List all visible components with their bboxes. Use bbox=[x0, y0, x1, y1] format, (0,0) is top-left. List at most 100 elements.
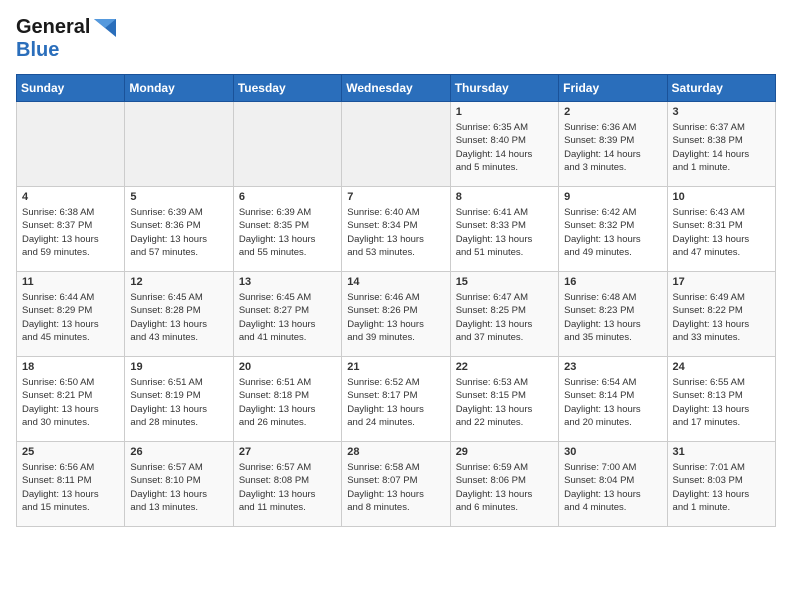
day-number: 5 bbox=[130, 191, 227, 203]
day-info: Sunrise: 6:53 AM Sunset: 8:15 PM Dayligh… bbox=[456, 376, 553, 429]
calendar-cell: 9 Sunrise: 6:42 AM Sunset: 8:32 PM Daylig… bbox=[559, 187, 667, 272]
day-number: 31 bbox=[673, 446, 770, 458]
logo-general: General bbox=[16, 16, 90, 39]
day-info: Sunrise: 6:51 AM Sunset: 8:19 PM Dayligh… bbox=[130, 376, 227, 429]
calendar-cell: 16Sunrise: 6:48 AM Sunset: 8:23 PM Dayli… bbox=[559, 272, 667, 357]
calendar-table: Sunday Monday Tuesday Wednesday Thursday… bbox=[16, 74, 776, 527]
day-number: 4 bbox=[22, 191, 119, 203]
logo-blue-text: Blue bbox=[16, 39, 59, 61]
day-number: 25 bbox=[22, 446, 119, 458]
page-header: General Blue bbox=[16, 16, 776, 62]
col-monday: Monday bbox=[125, 75, 233, 102]
col-thursday: Thursday bbox=[450, 75, 558, 102]
day-number: 27 bbox=[239, 446, 336, 458]
logo-icon bbox=[94, 19, 116, 37]
calendar-cell: 6 Sunrise: 6:39 AM Sunset: 8:35 PM Daylig… bbox=[233, 187, 341, 272]
day-number: 9 bbox=[564, 191, 661, 203]
calendar-cell: 8Sunrise: 6:41 AM Sunset: 8:33 PM Daylig… bbox=[450, 187, 558, 272]
calendar-cell: 22 Sunrise: 6:53 AM Sunset: 8:15 PM Dayli… bbox=[450, 357, 558, 442]
calendar-header: Sunday Monday Tuesday Wednesday Thursday… bbox=[17, 75, 776, 102]
calendar-cell: 27 Sunrise: 6:57 AM Sunset: 8:08 PM Dayli… bbox=[233, 442, 341, 527]
day-number: 3 bbox=[673, 106, 770, 118]
day-info: Sunrise: 6:52 AM Sunset: 8:17 PM Dayligh… bbox=[347, 376, 444, 429]
col-saturday: Saturday bbox=[667, 75, 775, 102]
day-number: 22 bbox=[456, 361, 553, 373]
calendar-week-row: 4 Sunrise: 6:38 AM Sunset: 8:37 PM Daylig… bbox=[17, 187, 776, 272]
calendar-cell: 5 Sunrise: 6:39 AM Sunset: 8:36 PM Daylig… bbox=[125, 187, 233, 272]
col-wednesday: Wednesday bbox=[342, 75, 450, 102]
calendar-cell: 31 Sunrise: 7:01 AM Sunset: 8:03 PM Dayli… bbox=[667, 442, 775, 527]
day-number: 28 bbox=[347, 446, 444, 458]
day-number: 8 bbox=[456, 191, 553, 203]
calendar-cell: 1 Sunrise: 6:35 AM Sunset: 8:40 PM Daylig… bbox=[450, 102, 558, 187]
day-number: 7 bbox=[347, 191, 444, 203]
day-info: Sunrise: 6:39 AM Sunset: 8:35 PM Dayligh… bbox=[239, 206, 336, 259]
day-info: Sunrise: 6:57 AM Sunset: 8:08 PM Dayligh… bbox=[239, 461, 336, 514]
day-info: Sunrise: 6:54 AM Sunset: 8:14 PM Dayligh… bbox=[564, 376, 661, 429]
calendar-cell: 10 Sunrise: 6:43 AM Sunset: 8:31 PM Dayli… bbox=[667, 187, 775, 272]
day-info: Sunrise: 6:55 AM Sunset: 8:13 PM Dayligh… bbox=[673, 376, 770, 429]
day-info: Sunrise: 6:37 AM Sunset: 8:38 PM Dayligh… bbox=[673, 121, 770, 174]
day-number: 19 bbox=[130, 361, 227, 373]
day-number: 1 bbox=[456, 106, 553, 118]
calendar-cell: 2Sunrise: 6:36 AM Sunset: 8:39 PM Daylig… bbox=[559, 102, 667, 187]
day-info: Sunrise: 6:59 AM Sunset: 8:06 PM Dayligh… bbox=[456, 461, 553, 514]
calendar-cell bbox=[125, 102, 233, 187]
day-number: 13 bbox=[239, 276, 336, 288]
day-info: Sunrise: 7:01 AM Sunset: 8:03 PM Dayligh… bbox=[673, 461, 770, 514]
day-number: 23 bbox=[564, 361, 661, 373]
day-number: 6 bbox=[239, 191, 336, 203]
day-number: 17 bbox=[673, 276, 770, 288]
calendar-cell: 11Sunrise: 6:44 AM Sunset: 8:29 PM Dayli… bbox=[17, 272, 125, 357]
day-info: Sunrise: 7:00 AM Sunset: 8:04 PM Dayligh… bbox=[564, 461, 661, 514]
day-info: Sunrise: 6:45 AM Sunset: 8:27 PM Dayligh… bbox=[239, 291, 336, 344]
day-number: 18 bbox=[22, 361, 119, 373]
calendar-cell: 14 Sunrise: 6:46 AM Sunset: 8:26 PM Dayli… bbox=[342, 272, 450, 357]
day-number: 10 bbox=[673, 191, 770, 203]
day-info: Sunrise: 6:47 AM Sunset: 8:25 PM Dayligh… bbox=[456, 291, 553, 344]
col-sunday: Sunday bbox=[17, 75, 125, 102]
day-info: Sunrise: 6:49 AM Sunset: 8:22 PM Dayligh… bbox=[673, 291, 770, 344]
calendar-cell: 21 Sunrise: 6:52 AM Sunset: 8:17 PM Dayli… bbox=[342, 357, 450, 442]
calendar-cell: 25 Sunrise: 6:56 AM Sunset: 8:11 PM Dayli… bbox=[17, 442, 125, 527]
calendar-cell: 29Sunrise: 6:59 AM Sunset: 8:06 PM Dayli… bbox=[450, 442, 558, 527]
calendar-cell: 18 Sunrise: 6:50 AM Sunset: 8:21 PM Dayli… bbox=[17, 357, 125, 442]
day-number: 14 bbox=[347, 276, 444, 288]
day-info: Sunrise: 6:35 AM Sunset: 8:40 PM Dayligh… bbox=[456, 121, 553, 174]
day-info: Sunrise: 6:56 AM Sunset: 8:11 PM Dayligh… bbox=[22, 461, 119, 514]
day-number: 20 bbox=[239, 361, 336, 373]
day-number: 30 bbox=[564, 446, 661, 458]
day-info: Sunrise: 6:58 AM Sunset: 8:07 PM Dayligh… bbox=[347, 461, 444, 514]
header-row: Sunday Monday Tuesday Wednesday Thursday… bbox=[17, 75, 776, 102]
day-info: Sunrise: 6:50 AM Sunset: 8:21 PM Dayligh… bbox=[22, 376, 119, 429]
day-info: Sunrise: 6:38 AM Sunset: 8:37 PM Dayligh… bbox=[22, 206, 119, 259]
day-number: 21 bbox=[347, 361, 444, 373]
day-info: Sunrise: 6:46 AM Sunset: 8:26 PM Dayligh… bbox=[347, 291, 444, 344]
calendar-cell: 13 Sunrise: 6:45 AM Sunset: 8:27 PM Dayli… bbox=[233, 272, 341, 357]
calendar-week-row: 25 Sunrise: 6:56 AM Sunset: 8:11 PM Dayli… bbox=[17, 442, 776, 527]
day-info: Sunrise: 6:36 AM Sunset: 8:39 PM Dayligh… bbox=[564, 121, 661, 174]
day-info: Sunrise: 6:40 AM Sunset: 8:34 PM Dayligh… bbox=[347, 206, 444, 259]
col-friday: Friday bbox=[559, 75, 667, 102]
day-number: 24 bbox=[673, 361, 770, 373]
day-number: 15 bbox=[456, 276, 553, 288]
day-number: 11 bbox=[22, 276, 119, 288]
calendar-cell: 19 Sunrise: 6:51 AM Sunset: 8:19 PM Dayli… bbox=[125, 357, 233, 442]
calendar-week-row: 18 Sunrise: 6:50 AM Sunset: 8:21 PM Dayli… bbox=[17, 357, 776, 442]
calendar-cell: 23 Sunrise: 6:54 AM Sunset: 8:14 PM Dayli… bbox=[559, 357, 667, 442]
day-number: 12 bbox=[130, 276, 227, 288]
calendar-cell bbox=[342, 102, 450, 187]
day-info: Sunrise: 6:39 AM Sunset: 8:36 PM Dayligh… bbox=[130, 206, 227, 259]
calendar-week-row: 11Sunrise: 6:44 AM Sunset: 8:29 PM Dayli… bbox=[17, 272, 776, 357]
day-info: Sunrise: 6:57 AM Sunset: 8:10 PM Dayligh… bbox=[130, 461, 227, 514]
calendar-cell: 24 Sunrise: 6:55 AM Sunset: 8:13 PM Dayli… bbox=[667, 357, 775, 442]
day-number: 16 bbox=[564, 276, 661, 288]
calendar-week-row: 1 Sunrise: 6:35 AM Sunset: 8:40 PM Daylig… bbox=[17, 102, 776, 187]
calendar-cell: 30 Sunrise: 7:00 AM Sunset: 8:04 PM Dayli… bbox=[559, 442, 667, 527]
calendar-cell: 3 Sunrise: 6:37 AM Sunset: 8:38 PM Daylig… bbox=[667, 102, 775, 187]
col-tuesday: Tuesday bbox=[233, 75, 341, 102]
day-info: Sunrise: 6:42 AM Sunset: 8:32 PM Dayligh… bbox=[564, 206, 661, 259]
calendar-cell: 15 Sunrise: 6:47 AM Sunset: 8:25 PM Dayli… bbox=[450, 272, 558, 357]
calendar-cell: 17 Sunrise: 6:49 AM Sunset: 8:22 PM Dayli… bbox=[667, 272, 775, 357]
day-info: Sunrise: 6:43 AM Sunset: 8:31 PM Dayligh… bbox=[673, 206, 770, 259]
